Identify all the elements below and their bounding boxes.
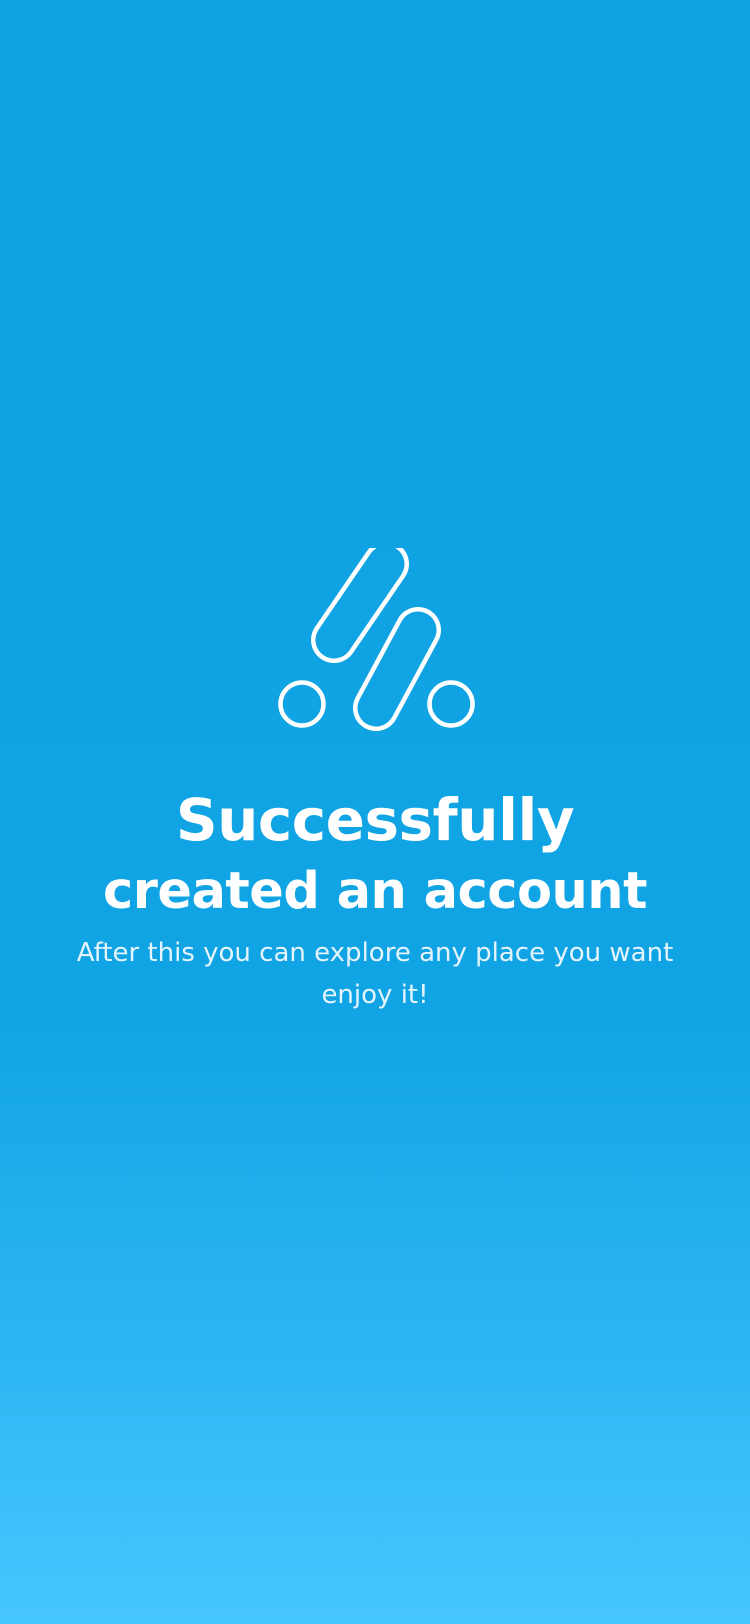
success-title-line-2: created an account	[102, 862, 648, 921]
app-logo-icon	[270, 541, 480, 738]
success-screen: Successfully created an account After th…	[0, 0, 750, 1624]
success-subtitle: After this you can explore any place you…	[76, 938, 674, 1010]
success-title-line-1: Successfully	[175, 786, 575, 854]
